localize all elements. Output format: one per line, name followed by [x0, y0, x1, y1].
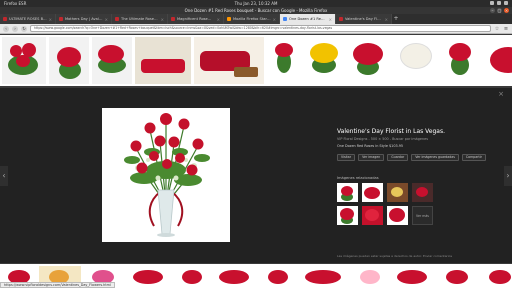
- rose-favicon-icon: [339, 17, 343, 21]
- tab-title: Mothers Day | Avala...: [65, 17, 103, 21]
- back-icon[interactable]: ‹: [3, 25, 9, 32]
- tab[interactable]: ULTIMATE ROSES BO... ×: [0, 14, 56, 24]
- tab[interactable]: The Ultimate Roses B...×: [112, 14, 168, 24]
- related-image[interactable]: [337, 183, 358, 202]
- image-result[interactable]: [127, 266, 171, 286]
- forward-icon[interactable]: ›: [12, 25, 18, 32]
- image-result[interactable]: [174, 266, 210, 286]
- image-result[interactable]: [49, 37, 89, 84]
- related-image[interactable]: [387, 206, 408, 225]
- tab-close-icon[interactable]: ×: [49, 17, 52, 22]
- tab[interactable]: Magnificent Rose® G... ×: [168, 14, 224, 24]
- image-result[interactable]: [481, 266, 512, 286]
- rose-favicon-icon: [3, 17, 7, 21]
- close-preview-icon[interactable]: ×: [498, 90, 504, 98]
- view-image-button[interactable]: Ver imagen: [358, 154, 385, 161]
- image-preview-panel: × ‹ › Valentine's Day Florist in Las Veg…: [0, 88, 512, 263]
- image-description: One Dozen Red Roses in Style $103.95: [337, 144, 404, 148]
- copyright-notice: Las imágenes pueden estar sujetas a dere…: [337, 254, 453, 258]
- google-favicon-icon: [283, 17, 287, 21]
- image-result[interactable]: [194, 37, 264, 84]
- preview-image[interactable]: [102, 108, 230, 242]
- window-titlebar: One Dozen #1 Red Roses bouquet - Buscar …: [0, 7, 512, 14]
- image-result[interactable]: [92, 37, 132, 84]
- more-related-button[interactable]: Ver más: [412, 206, 433, 225]
- image-result[interactable]: [267, 37, 301, 84]
- visit-button[interactable]: Visitar: [337, 154, 356, 161]
- next-image-arrow-icon[interactable]: ›: [504, 166, 512, 186]
- screen: Firefox ESR Thu Jan 23, 10:32 AM One Doz…: [0, 0, 512, 288]
- url-bar[interactable]: https://www.google.com/search?q=One+Doze…: [30, 25, 491, 32]
- image-result[interactable]: [347, 37, 391, 84]
- rose-favicon-icon: [171, 17, 175, 21]
- status-bar: https://www.vipfloraldesigns.com/Valenti…: [0, 282, 115, 288]
- tab-strip: ULTIMATE ROSES BO... × Mothers Day | Aval…: [0, 14, 512, 24]
- network-icon[interactable]: [490, 1, 494, 5]
- rose-bouquet-illustration: [102, 108, 230, 242]
- tab-close-icon[interactable]: ×: [385, 17, 388, 22]
- power-icon[interactable]: [504, 1, 508, 5]
- star-icon[interactable]: ☆: [494, 26, 500, 32]
- image-result[interactable]: [2, 37, 46, 84]
- maximize-icon[interactable]: □: [497, 8, 502, 13]
- tab[interactable]: Mothers Day | Avala... ×: [56, 14, 112, 24]
- save-button[interactable]: Guardar: [387, 154, 409, 161]
- tab-close-icon[interactable]: ×: [217, 17, 220, 22]
- related-image[interactable]: [362, 206, 383, 225]
- volume-icon[interactable]: [497, 1, 501, 5]
- view-saved-button[interactable]: Ver imágenes guardadas: [411, 154, 459, 161]
- image-result[interactable]: [135, 37, 191, 84]
- related-image[interactable]: [337, 206, 358, 225]
- rose-favicon-icon: [59, 17, 63, 21]
- new-tab-icon[interactable]: +: [392, 14, 400, 24]
- firefox-favicon-icon: [227, 17, 231, 21]
- related-images-label: Imágenes relacionadas: [337, 176, 379, 180]
- close-icon[interactable]: ×: [504, 8, 509, 13]
- tab-active[interactable]: One Dozen #1 Red Ro...×: [280, 14, 336, 24]
- tab-close-icon[interactable]: ×: [273, 17, 276, 22]
- image-result[interactable]: [394, 37, 438, 84]
- related-image[interactable]: [412, 183, 433, 202]
- image-result[interactable]: [352, 266, 388, 286]
- related-images-grid: Ver más: [337, 183, 487, 225]
- tab-title: Valentine's Day Florist in ...: [345, 17, 383, 21]
- minimize-icon[interactable]: –: [490, 8, 495, 13]
- tab-title: The Ultimate Roses B...: [121, 17, 159, 21]
- os-tray: [490, 1, 508, 5]
- window-controls: – □ ×: [490, 8, 509, 13]
- tab-close-icon[interactable]: ×: [329, 17, 332, 22]
- image-result[interactable]: [299, 266, 349, 286]
- image-meta: VIP Floral Designs - 500 × 500 - Buscar …: [337, 137, 428, 141]
- action-buttons: Visitar Ver imagen Guardar Ver imágenes …: [337, 154, 487, 161]
- rose-favicon-icon: [115, 17, 119, 21]
- tab-title: Mozilla Firefox Start P...: [233, 17, 271, 21]
- reload-icon[interactable]: ↻: [21, 25, 27, 32]
- image-result[interactable]: [260, 266, 296, 286]
- image-result[interactable]: [391, 266, 435, 286]
- os-clock[interactable]: Thu Jan 23, 10:32 AM: [0, 0, 512, 7]
- os-top-panel: Firefox ESR Thu Jan 23, 10:32 AM: [0, 0, 512, 7]
- share-button[interactable]: Compartir: [461, 154, 486, 161]
- tab[interactable]: Valentine's Day Florist in ...×: [336, 14, 392, 24]
- window-title: One Dozen #1 Red Roses bouquet - Buscar …: [184, 8, 328, 13]
- image-result[interactable]: [304, 37, 344, 84]
- image-result[interactable]: [438, 266, 478, 286]
- image-results-row: [0, 35, 512, 86]
- image-result[interactable]: [213, 266, 257, 286]
- tab-title: Magnificent Rose® G...: [177, 17, 215, 21]
- previous-image-arrow-icon[interactable]: ‹: [0, 166, 8, 186]
- hamburger-menu-icon[interactable]: ≡: [503, 26, 509, 32]
- tab-close-icon[interactable]: ×: [105, 17, 108, 22]
- image-info-panel: Valentine's Day Florist in Las Vegas. VI…: [337, 128, 487, 225]
- tab[interactable]: Mozilla Firefox Start P... ×: [224, 14, 280, 24]
- related-image[interactable]: [387, 183, 408, 202]
- related-image[interactable]: [362, 183, 383, 202]
- tab-close-icon[interactable]: ×: [161, 17, 164, 22]
- image-title-link[interactable]: Valentine's Day Florist in Las Vegas.: [337, 128, 487, 136]
- image-result[interactable]: [484, 37, 512, 84]
- tab-title: One Dozen #1 Red Ro...: [289, 17, 327, 21]
- image-result[interactable]: [441, 37, 481, 84]
- navigation-bar: ‹ › ↻ https://www.google.com/search?q=On…: [0, 24, 512, 34]
- tab-title: ULTIMATE ROSES BO...: [9, 17, 47, 21]
